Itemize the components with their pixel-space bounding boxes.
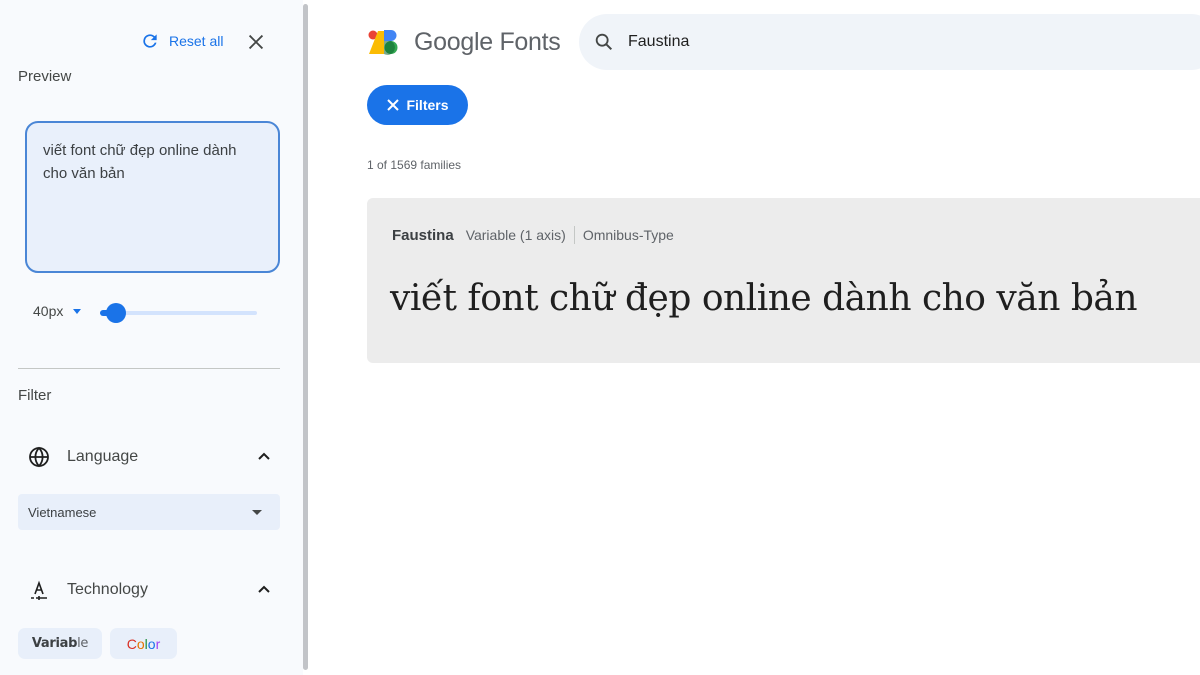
close-icon[interactable]	[245, 31, 267, 53]
close-icon	[387, 99, 400, 111]
color-chip-letter: C	[126, 635, 137, 652]
preview-text-input[interactable]	[25, 121, 280, 273]
font-size-dropdown[interactable]: 40px	[33, 303, 82, 319]
search-icon	[595, 33, 613, 51]
meta-separator	[573, 226, 575, 244]
divider	[18, 368, 280, 369]
font-sample-text: viết font chữ đẹp online dành cho văn bả…	[390, 278, 1138, 319]
font-card[interactable]: Faustina Variable (1 axis) Omnibus-Type …	[367, 198, 1200, 363]
font-name: Faustina	[392, 226, 454, 244]
font-card-meta: Faustina Variable (1 axis) Omnibus-Type	[392, 226, 674, 244]
chevron-up-icon	[258, 452, 270, 460]
filters-toggle-button[interactable]: Filters	[367, 85, 468, 125]
refresh-icon	[143, 34, 157, 48]
globe-icon	[29, 446, 49, 468]
search-input[interactable]	[628, 33, 1028, 51]
color-chip-letter: o	[136, 635, 145, 652]
language-label: Language	[67, 448, 139, 465]
color-chip-letter: r	[155, 635, 161, 652]
sidebar-scrollbar[interactable]	[303, 4, 308, 670]
language-select[interactable]: Vietnamese	[18, 494, 280, 530]
brand-name: Google Fonts	[414, 28, 561, 56]
color-chip-letter: o	[147, 635, 156, 652]
slider-thumb[interactable]	[105, 303, 126, 323]
search-bar[interactable]	[579, 14, 1200, 70]
chevron-up-icon	[258, 585, 270, 593]
filters-label: Filters	[406, 97, 449, 113]
caret-down-icon	[252, 509, 262, 515]
technology-label: Technology	[67, 581, 148, 598]
font-technology-icon	[31, 580, 47, 600]
font-axis-info: Variable (1 axis)	[465, 227, 566, 243]
language-selected-value: Vietnamese	[28, 504, 97, 520]
preview-heading: Preview	[18, 68, 72, 85]
variable-chip[interactable]: Variab le	[18, 628, 102, 659]
reset-all-button[interactable]: Reset all	[140, 31, 223, 51]
font-size-slider[interactable]	[100, 302, 257, 324]
variable-chip-label-light: le	[77, 636, 89, 651]
color-chip[interactable]: Color	[110, 628, 177, 659]
reset-all-label: Reset all	[169, 33, 224, 49]
font-foundry: Omnibus-Type	[582, 227, 674, 243]
caret-down-icon	[73, 308, 82, 314]
variable-chip-label-bold: Variab	[31, 636, 78, 651]
language-accordion[interactable]: Language	[27, 445, 272, 469]
technology-accordion[interactable]: Technology	[27, 578, 272, 602]
google-fonts-logo-icon	[368, 30, 398, 55]
results-count: 1 of 1569 families	[367, 158, 462, 172]
filter-heading: Filter	[18, 387, 52, 404]
font-size-value: 40px	[33, 303, 64, 319]
filter-sidebar: Reset all Preview 40px Filter Language V…	[0, 0, 303, 675]
